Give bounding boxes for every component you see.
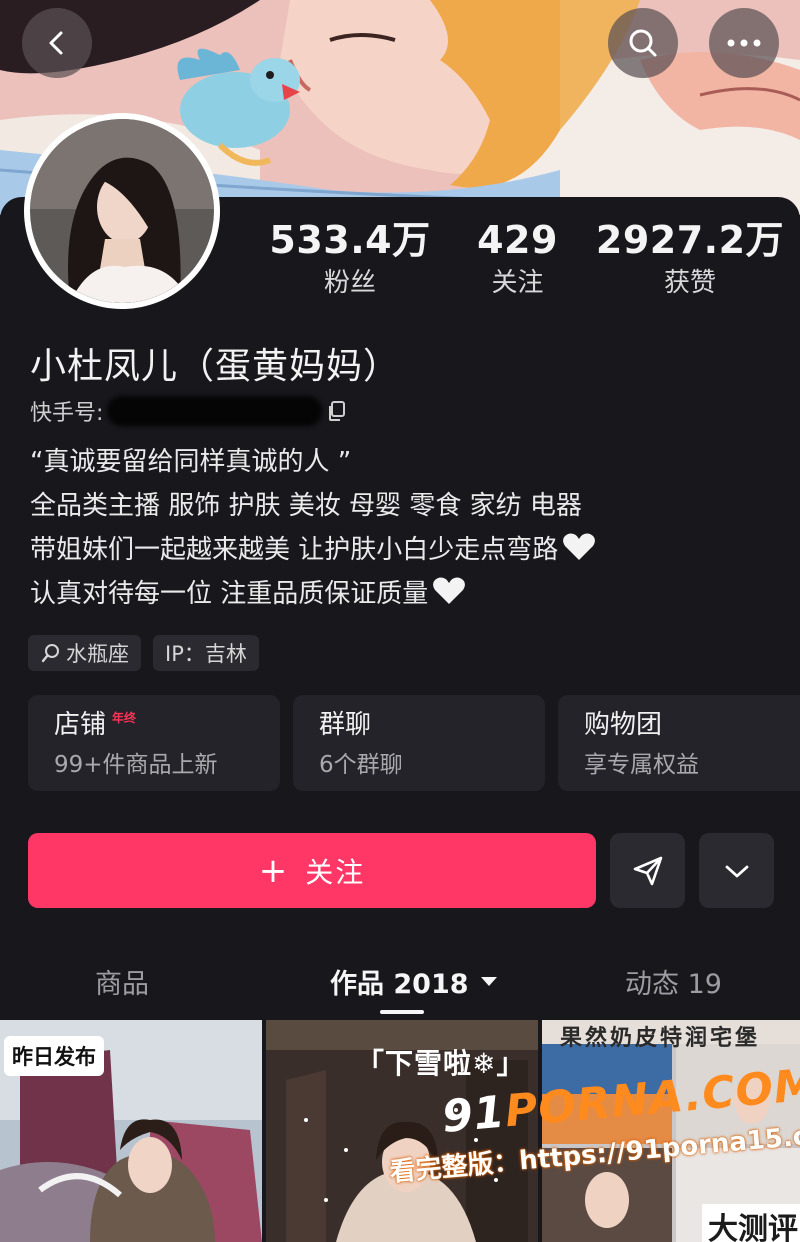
bio-line-text: 带姐妹们一起越来越美 让护肤小白少走点弯路 [30, 535, 559, 565]
follow-button-label: 关注 [305, 855, 366, 889]
share-button[interactable] [610, 833, 685, 908]
shopping-group-card[interactable]: 购物团 享专属权益 [558, 695, 800, 791]
likes-count: 2927.2万 [595, 218, 785, 262]
tab-goods[interactable]: 商品 [95, 962, 149, 1001]
tag-zodiac-label: 水瓶座 [66, 642, 129, 666]
stat-fans[interactable]: 533.4万 粉丝 [255, 218, 445, 302]
avatar-photo [30, 119, 214, 303]
tab-dynamic-label: 动态 19 [625, 969, 722, 1000]
following-label: 关注 [491, 268, 544, 298]
search-icon [629, 29, 657, 57]
profile-stats: 533.4万 粉丝 429 关注 2927.2万 获赞 [255, 218, 800, 308]
stat-following[interactable]: 429 关注 [460, 218, 575, 302]
shopping-group-card-title: 购物团 [584, 710, 663, 740]
shop-card-subtitle: 99+件商品上新 [54, 752, 218, 778]
profile-bio: “真诚要留给同样真诚的人 ” 全品类主播 服饰 护肤 美妆 母婴 零食 家纺 电… [30, 440, 790, 616]
search-icon [41, 644, 59, 663]
search-button[interactable] [608, 8, 678, 78]
video-caption: 大测评 [702, 1204, 800, 1242]
year-end-badge: 年终 [112, 711, 137, 725]
bio-line: 全品类主播 服饰 护肤 美妆 母婴 零食 家纺 电器 [30, 491, 582, 521]
back-button[interactable] [22, 8, 92, 78]
fans-count: 533.4万 [269, 218, 431, 262]
profile-name: 小杜凤儿（蛋黄妈妈） [30, 346, 401, 387]
video-caption: 「下雪啦❄」 [356, 1047, 526, 1080]
kuaishou-id-label: 快手号: [30, 401, 104, 426]
bio-line: “真诚要留给同样真诚的人 ” [30, 447, 352, 477]
feature-cards: 店铺 年终 99+件商品上新 群聊 6个群聊 购物团 享专属权益 [28, 695, 800, 791]
more-button[interactable] [709, 8, 779, 78]
group-chat-card-subtitle: 6个群聊 [319, 752, 403, 778]
group-chat-card-title: 群聊 [319, 710, 372, 740]
chevron-left-icon [49, 31, 63, 55]
tab-goods-label: 商品 [95, 969, 149, 1000]
white-heart-icon [563, 533, 596, 560]
following-count: 429 [477, 218, 558, 262]
tag-ip-location: IP：吉林 [153, 635, 259, 671]
tab-works-label: 作品 2018 [330, 969, 469, 1000]
likes-label: 获赞 [663, 268, 716, 298]
chevron-down-icon [725, 865, 748, 877]
bio-line-text: 认真对待每一位 注重品质保证质量 [30, 579, 429, 609]
stat-likes[interactable]: 2927.2万 获赞 [595, 218, 785, 302]
caret-down-icon [480, 977, 497, 986]
profile-tags: 水瓶座 IP：吉林 [28, 635, 259, 671]
bio-line: 带姐妹们一起越来越美 让护肤小白少走点弯路 [30, 528, 790, 572]
tab-works[interactable]: 作品 2018 [330, 962, 497, 1001]
fans-label: 粉丝 [323, 268, 376, 298]
avatar[interactable] [24, 113, 220, 309]
kuaishou-id-redacted [107, 396, 323, 426]
video-caption: 果然奶皮特润宅堡 [560, 1026, 761, 1051]
shop-card[interactable]: 店铺 年终 99+件商品上新 [28, 695, 280, 791]
shopping-group-card-subtitle: 享专属权益 [584, 752, 699, 778]
kuaishou-id-row: 快手号: [30, 394, 346, 428]
active-tab-indicator [380, 1010, 424, 1014]
send-icon [633, 856, 662, 885]
expand-button[interactable] [699, 833, 774, 908]
follow-button[interactable]: + 关注 [28, 833, 596, 908]
tag-zodiac[interactable]: 水瓶座 [28, 635, 141, 671]
white-heart-icon [433, 577, 466, 604]
ellipsis-icon [727, 39, 761, 47]
bio-line: 认真对待每一位 注重品质保证质量 [30, 572, 790, 616]
published-yesterday-tag: 昨日发布 [4, 1036, 104, 1076]
tag-ip-label: IP：吉林 [165, 642, 247, 666]
content-tabs: 商品 作品 2018 动态 19 [0, 950, 800, 1020]
copy-icon[interactable] [326, 400, 346, 422]
shop-card-title-row: 店铺 年终 [54, 707, 254, 743]
shop-card-title: 店铺 [54, 710, 107, 740]
plus-icon: + [258, 850, 288, 891]
video-thumbnail[interactable]: 昨日发布 [0, 1020, 262, 1242]
watermark-logo-prefix: 91 [440, 1086, 508, 1143]
group-chat-card[interactable]: 群聊 6个群聊 [293, 695, 545, 791]
tab-dynamic[interactable]: 动态 19 [625, 962, 722, 1001]
